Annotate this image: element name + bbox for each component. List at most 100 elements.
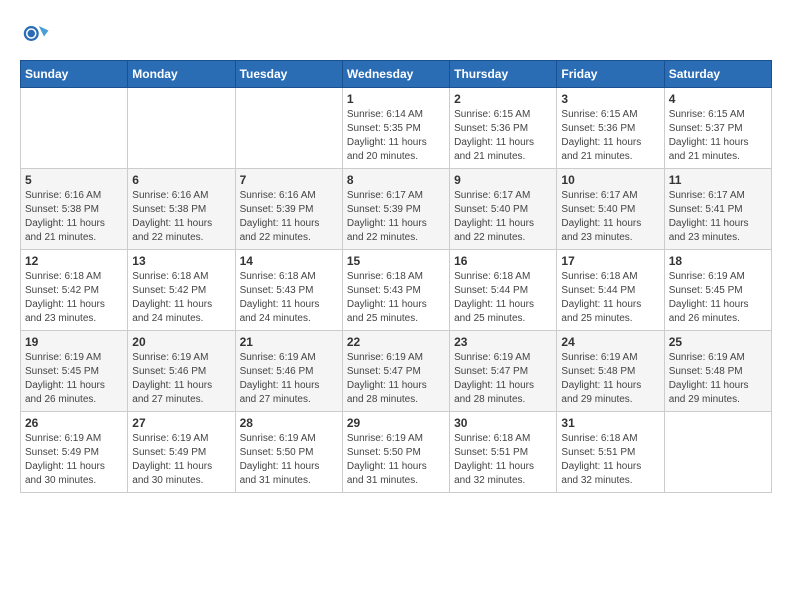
day-info: Sunrise: 6:18 AMSunset: 5:51 PMDaylight:… — [454, 433, 534, 486]
day-info: Sunrise: 6:17 AMSunset: 5:39 PMDaylight:… — [347, 190, 427, 243]
day-info: Sunrise: 6:18 AMSunset: 5:43 PMDaylight:… — [347, 271, 427, 324]
logo — [20, 20, 54, 50]
calendar-cell: 3 Sunrise: 6:15 AMSunset: 5:36 PMDayligh… — [557, 88, 664, 169]
calendar-cell: 2 Sunrise: 6:15 AMSunset: 5:36 PMDayligh… — [450, 88, 557, 169]
calendar-cell — [235, 88, 342, 169]
day-info: Sunrise: 6:16 AMSunset: 5:39 PMDaylight:… — [240, 190, 320, 243]
calendar-cell: 18 Sunrise: 6:19 AMSunset: 5:45 PMDaylig… — [664, 250, 771, 331]
day-info: Sunrise: 6:19 AMSunset: 5:50 PMDaylight:… — [347, 433, 427, 486]
calendar-cell: 26 Sunrise: 6:19 AMSunset: 5:49 PMDaylig… — [21, 412, 128, 493]
header — [20, 20, 772, 50]
day-info: Sunrise: 6:19 AMSunset: 5:45 PMDaylight:… — [25, 352, 105, 405]
day-number: 31 — [561, 416, 659, 430]
page: SundayMondayTuesdayWednesdayThursdayFrid… — [0, 0, 792, 503]
calendar-cell: 29 Sunrise: 6:19 AMSunset: 5:50 PMDaylig… — [342, 412, 449, 493]
day-info: Sunrise: 6:17 AMSunset: 5:41 PMDaylight:… — [669, 190, 749, 243]
day-number: 2 — [454, 92, 552, 106]
day-info: Sunrise: 6:16 AMSunset: 5:38 PMDaylight:… — [25, 190, 105, 243]
day-number: 9 — [454, 173, 552, 187]
day-info: Sunrise: 6:18 AMSunset: 5:42 PMDaylight:… — [25, 271, 105, 324]
day-number: 21 — [240, 335, 338, 349]
day-number: 26 — [25, 416, 123, 430]
day-number: 11 — [669, 173, 767, 187]
day-number: 12 — [25, 254, 123, 268]
calendar-cell — [21, 88, 128, 169]
weekday-header: Sunday — [21, 61, 128, 88]
day-info: Sunrise: 6:19 AMSunset: 5:46 PMDaylight:… — [132, 352, 212, 405]
calendar-cell: 25 Sunrise: 6:19 AMSunset: 5:48 PMDaylig… — [664, 331, 771, 412]
day-info: Sunrise: 6:15 AMSunset: 5:36 PMDaylight:… — [454, 109, 534, 162]
day-number: 29 — [347, 416, 445, 430]
calendar-cell: 10 Sunrise: 6:17 AMSunset: 5:40 PMDaylig… — [557, 169, 664, 250]
calendar-cell: 17 Sunrise: 6:18 AMSunset: 5:44 PMDaylig… — [557, 250, 664, 331]
weekday-header: Monday — [128, 61, 235, 88]
calendar-cell: 12 Sunrise: 6:18 AMSunset: 5:42 PMDaylig… — [21, 250, 128, 331]
day-number: 22 — [347, 335, 445, 349]
calendar-cell: 19 Sunrise: 6:19 AMSunset: 5:45 PMDaylig… — [21, 331, 128, 412]
day-number: 15 — [347, 254, 445, 268]
day-info: Sunrise: 6:18 AMSunset: 5:43 PMDaylight:… — [240, 271, 320, 324]
calendar-cell: 9 Sunrise: 6:17 AMSunset: 5:40 PMDayligh… — [450, 169, 557, 250]
day-number: 10 — [561, 173, 659, 187]
day-number: 16 — [454, 254, 552, 268]
calendar-week-row: 5 Sunrise: 6:16 AMSunset: 5:38 PMDayligh… — [21, 169, 772, 250]
day-info: Sunrise: 6:19 AMSunset: 5:47 PMDaylight:… — [347, 352, 427, 405]
day-info: Sunrise: 6:17 AMSunset: 5:40 PMDaylight:… — [454, 190, 534, 243]
calendar-cell: 6 Sunrise: 6:16 AMSunset: 5:38 PMDayligh… — [128, 169, 235, 250]
day-number: 23 — [454, 335, 552, 349]
weekday-header: Saturday — [664, 61, 771, 88]
calendar-cell: 27 Sunrise: 6:19 AMSunset: 5:49 PMDaylig… — [128, 412, 235, 493]
calendar-header: SundayMondayTuesdayWednesdayThursdayFrid… — [21, 61, 772, 88]
day-number: 30 — [454, 416, 552, 430]
day-info: Sunrise: 6:19 AMSunset: 5:50 PMDaylight:… — [240, 433, 320, 486]
day-number: 13 — [132, 254, 230, 268]
calendar-cell: 22 Sunrise: 6:19 AMSunset: 5:47 PMDaylig… — [342, 331, 449, 412]
calendar-cell — [664, 412, 771, 493]
calendar-week-row: 26 Sunrise: 6:19 AMSunset: 5:49 PMDaylig… — [21, 412, 772, 493]
day-info: Sunrise: 6:17 AMSunset: 5:40 PMDaylight:… — [561, 190, 641, 243]
day-number: 28 — [240, 416, 338, 430]
day-info: Sunrise: 6:19 AMSunset: 5:48 PMDaylight:… — [561, 352, 641, 405]
logo-icon — [20, 20, 50, 50]
day-info: Sunrise: 6:16 AMSunset: 5:38 PMDaylight:… — [132, 190, 212, 243]
calendar-cell: 1 Sunrise: 6:14 AMSunset: 5:35 PMDayligh… — [342, 88, 449, 169]
calendar-cell: 20 Sunrise: 6:19 AMSunset: 5:46 PMDaylig… — [128, 331, 235, 412]
day-number: 14 — [240, 254, 338, 268]
day-info: Sunrise: 6:19 AMSunset: 5:49 PMDaylight:… — [132, 433, 212, 486]
weekday-row: SundayMondayTuesdayWednesdayThursdayFrid… — [21, 61, 772, 88]
day-number: 20 — [132, 335, 230, 349]
weekday-header: Friday — [557, 61, 664, 88]
calendar-cell: 24 Sunrise: 6:19 AMSunset: 5:48 PMDaylig… — [557, 331, 664, 412]
day-info: Sunrise: 6:19 AMSunset: 5:46 PMDaylight:… — [240, 352, 320, 405]
day-number: 24 — [561, 335, 659, 349]
day-info: Sunrise: 6:14 AMSunset: 5:35 PMDaylight:… — [347, 109, 427, 162]
calendar-cell: 4 Sunrise: 6:15 AMSunset: 5:37 PMDayligh… — [664, 88, 771, 169]
calendar-table: SundayMondayTuesdayWednesdayThursdayFrid… — [20, 60, 772, 493]
calendar-cell: 31 Sunrise: 6:18 AMSunset: 5:51 PMDaylig… — [557, 412, 664, 493]
calendar-week-row: 12 Sunrise: 6:18 AMSunset: 5:42 PMDaylig… — [21, 250, 772, 331]
day-info: Sunrise: 6:18 AMSunset: 5:42 PMDaylight:… — [132, 271, 212, 324]
day-number: 6 — [132, 173, 230, 187]
day-number: 3 — [561, 92, 659, 106]
day-number: 18 — [669, 254, 767, 268]
calendar-cell: 21 Sunrise: 6:19 AMSunset: 5:46 PMDaylig… — [235, 331, 342, 412]
weekday-header: Tuesday — [235, 61, 342, 88]
day-number: 4 — [669, 92, 767, 106]
calendar-cell: 14 Sunrise: 6:18 AMSunset: 5:43 PMDaylig… — [235, 250, 342, 331]
calendar-cell: 13 Sunrise: 6:18 AMSunset: 5:42 PMDaylig… — [128, 250, 235, 331]
weekday-header: Thursday — [450, 61, 557, 88]
day-number: 1 — [347, 92, 445, 106]
weekday-header: Wednesday — [342, 61, 449, 88]
day-number: 19 — [25, 335, 123, 349]
calendar-cell: 30 Sunrise: 6:18 AMSunset: 5:51 PMDaylig… — [450, 412, 557, 493]
day-number: 5 — [25, 173, 123, 187]
day-number: 7 — [240, 173, 338, 187]
day-number: 17 — [561, 254, 659, 268]
day-info: Sunrise: 6:19 AMSunset: 5:49 PMDaylight:… — [25, 433, 105, 486]
day-info: Sunrise: 6:15 AMSunset: 5:36 PMDaylight:… — [561, 109, 641, 162]
calendar-cell: 23 Sunrise: 6:19 AMSunset: 5:47 PMDaylig… — [450, 331, 557, 412]
day-number: 8 — [347, 173, 445, 187]
day-info: Sunrise: 6:19 AMSunset: 5:48 PMDaylight:… — [669, 352, 749, 405]
day-number: 25 — [669, 335, 767, 349]
day-info: Sunrise: 6:19 AMSunset: 5:47 PMDaylight:… — [454, 352, 534, 405]
